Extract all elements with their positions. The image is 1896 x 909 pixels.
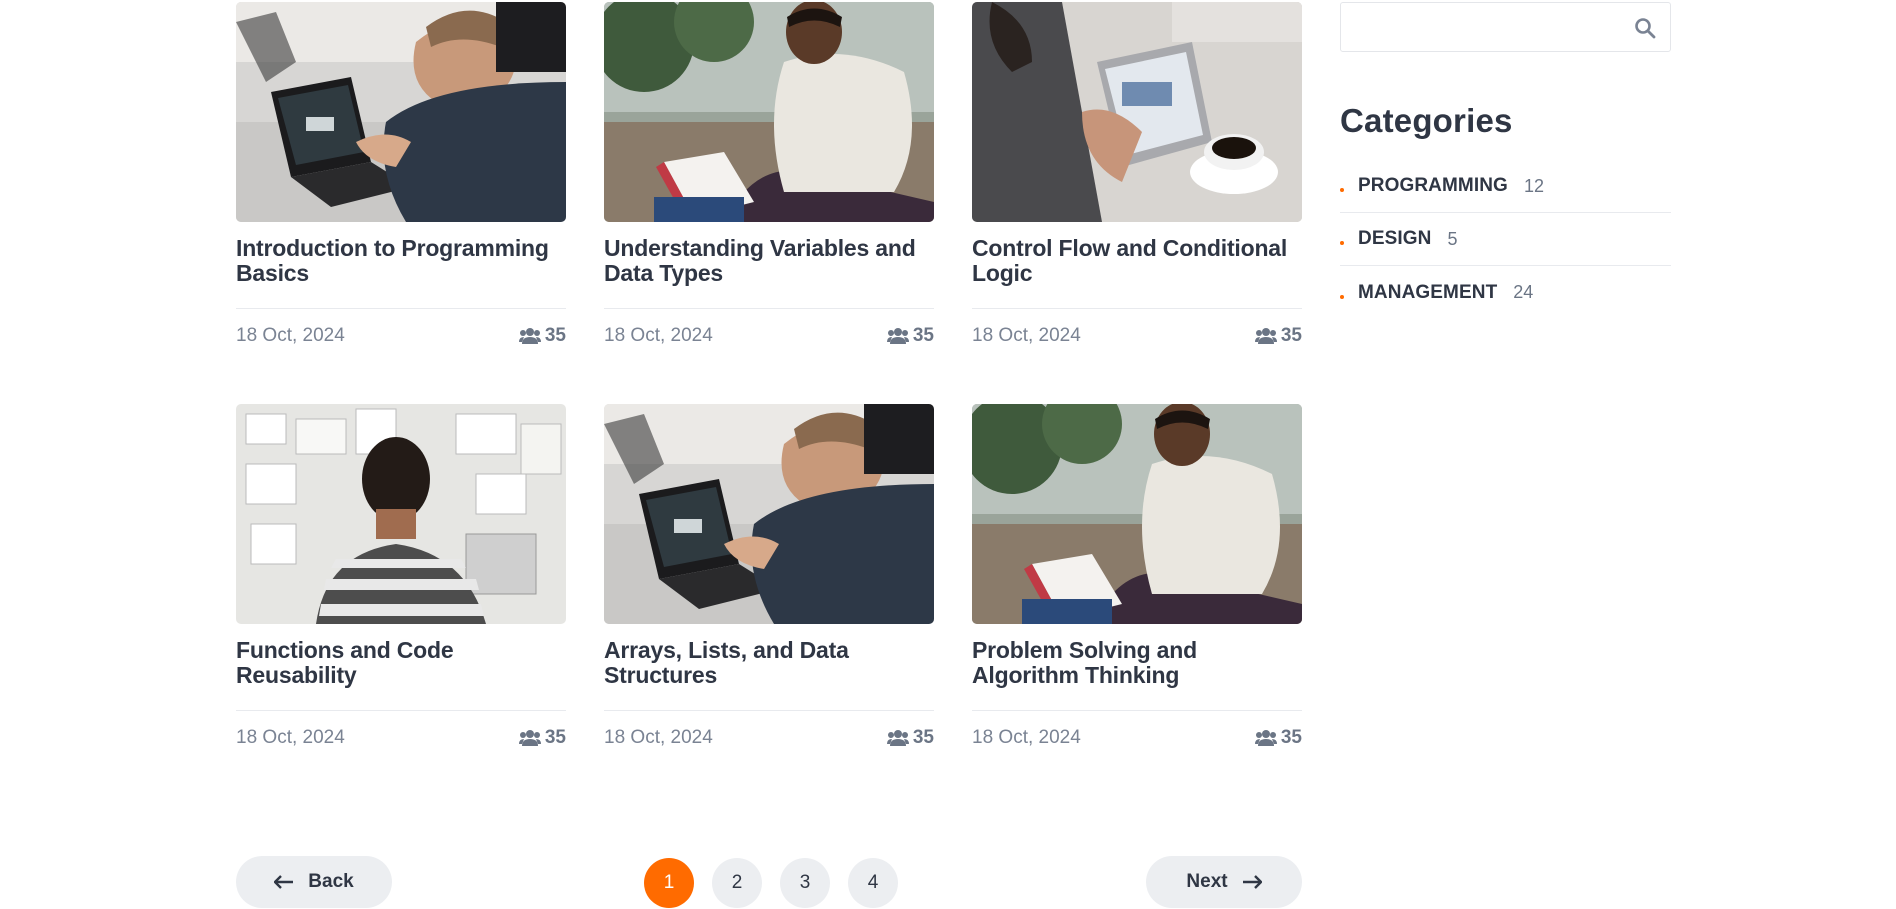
- page-3-button[interactable]: 3: [780, 858, 830, 908]
- categories-heading: Categories: [1340, 102, 1513, 139]
- arrow-right-icon: [1242, 875, 1262, 889]
- category-count: 5: [1447, 228, 1458, 249]
- student-count: 35: [886, 325, 934, 347]
- man-reading-outdoors-image: [604, 2, 934, 222]
- users-icon: [518, 328, 541, 344]
- student-count: 35: [518, 727, 566, 749]
- search-input[interactable]: [1341, 3, 1670, 51]
- users-icon: [886, 328, 909, 344]
- category-item-design[interactable]: DESIGN 5: [1340, 213, 1671, 266]
- category-count: 24: [1513, 282, 1534, 302]
- course-date: 18 Oct, 2024: [604, 325, 713, 346]
- category-name: MANAGEMENT: [1358, 281, 1498, 303]
- course-thumbnail[interactable]: [236, 2, 566, 222]
- student-count-value: 35: [1280, 325, 1302, 346]
- student-count: 35: [886, 727, 934, 749]
- users-icon: [1254, 328, 1277, 344]
- course-thumbnail[interactable]: [604, 2, 934, 222]
- course-grid: Introduction to Programming Basics 18 Oc…: [236, 2, 1302, 806]
- course-card: Understanding Variables and Data Types 1…: [604, 2, 934, 404]
- category-name: DESIGN: [1358, 228, 1432, 249]
- course-thumbnail[interactable]: [236, 404, 566, 624]
- man-laptop-image: [604, 404, 934, 624]
- student-count: 35: [518, 325, 566, 347]
- man-laptop-image: [236, 2, 566, 222]
- page-1-button[interactable]: 1: [644, 858, 694, 908]
- users-icon: [1254, 730, 1277, 746]
- card-divider: [972, 308, 1302, 309]
- student-count-value: 35: [544, 727, 566, 748]
- course-date: 18 Oct, 2024: [972, 325, 1081, 346]
- bullet-dot: [1340, 241, 1344, 245]
- student-count-value: 35: [1280, 727, 1302, 748]
- course-thumbnail[interactable]: [972, 2, 1302, 222]
- course-thumbnail[interactable]: [604, 404, 934, 624]
- category-item-management[interactable]: MANAGEMENT 24: [1340, 266, 1671, 319]
- course-meta: 18 Oct, 2024 35: [604, 325, 934, 347]
- course-card: Introduction to Programming Basics 18 Oc…: [236, 2, 566, 404]
- course-meta: 18 Oct, 2024 35: [236, 727, 566, 749]
- course-meta: 18 Oct, 2024 35: [604, 727, 934, 749]
- course-meta: 18 Oct, 2024 35: [972, 325, 1302, 347]
- course-date: 18 Oct, 2024: [604, 727, 713, 748]
- category-count: 12: [1523, 175, 1544, 196]
- student-count-value: 35: [912, 325, 934, 346]
- student-count-value: 35: [912, 727, 934, 748]
- users-icon: [886, 730, 909, 746]
- category-name: PROGRAMMING: [1358, 175, 1508, 196]
- users-icon: [518, 730, 541, 746]
- card-divider: [236, 710, 566, 711]
- course-meta: 18 Oct, 2024 35: [972, 727, 1302, 749]
- category-list: PROGRAMMING 12 DESIGN 5 MANAGEMENT 24: [1340, 160, 1671, 319]
- page-4-button[interactable]: 4: [848, 858, 898, 908]
- card-divider: [972, 710, 1302, 711]
- card-divider: [604, 710, 934, 711]
- course-title[interactable]: Control Flow and Conditional Logic: [972, 236, 1302, 286]
- student-count: 35: [1254, 727, 1302, 749]
- back-button[interactable]: Back: [236, 856, 392, 908]
- course-date: 18 Oct, 2024: [972, 727, 1081, 748]
- course-title[interactable]: Problem Solving and Algorithm Thinking: [972, 638, 1302, 688]
- search-box: [1340, 2, 1671, 52]
- bullet-dot: [1340, 294, 1344, 299]
- course-card: Functions and Code Reusability 18 Oct, 2…: [236, 404, 566, 806]
- arrow-left-icon: [274, 875, 294, 889]
- back-label: Back: [308, 871, 354, 892]
- course-title[interactable]: Introduction to Programming Basics: [236, 236, 566, 286]
- course-meta: 18 Oct, 2024 35: [236, 325, 566, 347]
- next-button[interactable]: Next: [1146, 856, 1302, 908]
- pagination: Back 1 2 3 4 Next: [236, 856, 1302, 908]
- course-date: 18 Oct, 2024: [236, 727, 345, 748]
- course-title[interactable]: Arrays, Lists, and Data Structures: [604, 638, 934, 688]
- man-reading-outdoors-image: [972, 404, 1302, 624]
- student-count: 35: [1254, 325, 1302, 347]
- man-whiteboard-image: [236, 404, 566, 624]
- course-card: Control Flow and Conditional Logic 18 Oc…: [972, 2, 1302, 404]
- tablet-coffee-image: [972, 2, 1302, 222]
- page-numbers: 1 2 3 4: [644, 858, 898, 908]
- card-divider: [236, 308, 566, 309]
- sidebar: Categories PROGRAMMING 12 DESIGN 5 MANAG…: [1340, 2, 1671, 319]
- course-date: 18 Oct, 2024: [236, 325, 345, 346]
- search-icon[interactable]: [1634, 17, 1656, 39]
- bullet-dot: [1340, 188, 1344, 192]
- card-divider: [604, 308, 934, 309]
- category-item-programming[interactable]: PROGRAMMING 12: [1340, 160, 1671, 213]
- course-card: Arrays, Lists, and Data Structures 18 Oc…: [604, 404, 934, 806]
- page-2-button[interactable]: 2: [712, 858, 762, 908]
- course-card: Problem Solving and Algorithm Thinking 1…: [972, 404, 1302, 806]
- next-label: Next: [1186, 871, 1228, 892]
- course-title[interactable]: Functions and Code Reusability: [236, 638, 566, 688]
- student-count-value: 35: [544, 325, 566, 346]
- course-thumbnail[interactable]: [972, 404, 1302, 624]
- course-title[interactable]: Understanding Variables and Data Types: [604, 236, 934, 286]
